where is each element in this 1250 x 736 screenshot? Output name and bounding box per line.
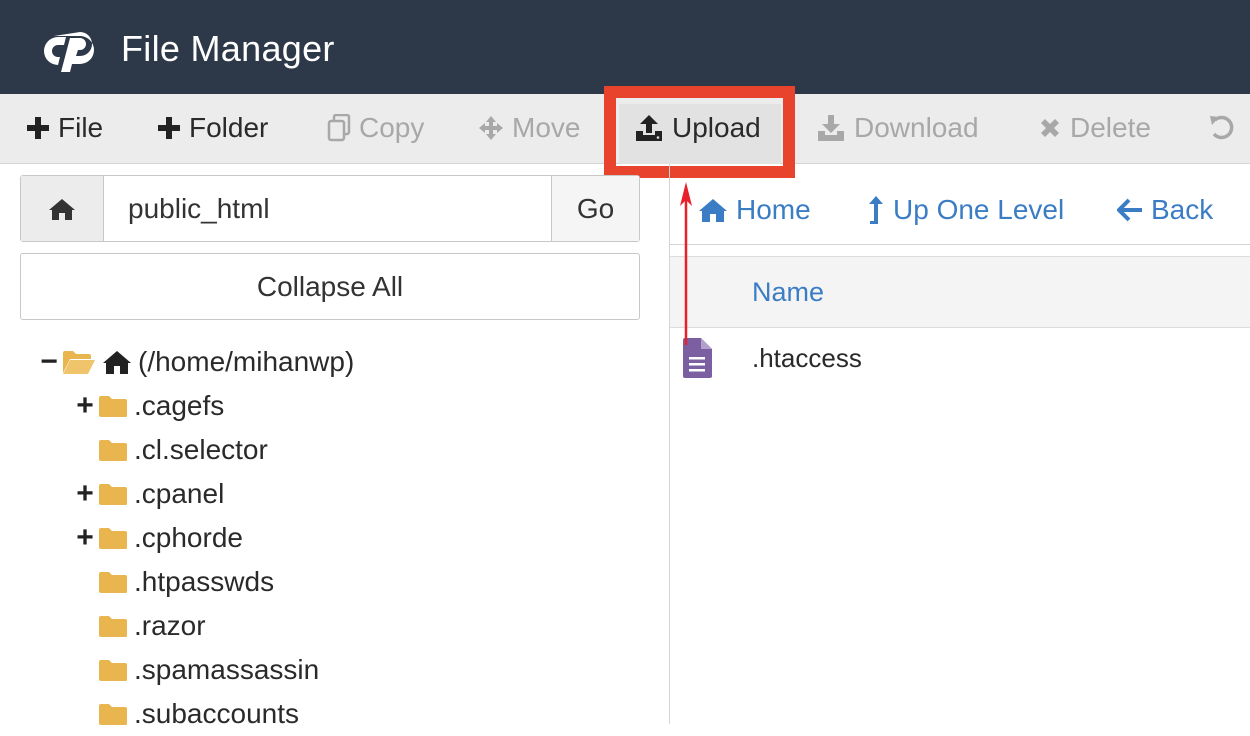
- home-icon: [103, 351, 131, 374]
- upload-label: Upload: [672, 112, 761, 143]
- folder-open-icon: [63, 351, 95, 374]
- collapse-toggle-icon[interactable]: −: [38, 345, 60, 379]
- folder-icon: [99, 396, 127, 417]
- home-icon: [699, 199, 727, 222]
- move-label: Move: [512, 112, 581, 143]
- tree-item[interactable]: .razor: [74, 604, 206, 648]
- upload-button[interactable]: Upload: [634, 94, 761, 162]
- tree-root[interactable]: − (/home/mihanwp): [38, 340, 354, 384]
- up-one-level-link[interactable]: Up One Level: [867, 175, 1064, 245]
- folder-icon: [99, 704, 127, 725]
- delete-label: Delete: [1070, 112, 1151, 143]
- move-button[interactable]: Move: [478, 94, 580, 162]
- back-link[interactable]: Back: [1117, 175, 1213, 245]
- panel-divider: [669, 164, 670, 724]
- tree-root-label: (/home/mihanwp): [138, 346, 355, 377]
- undo-icon: [1210, 115, 1234, 140]
- home-link[interactable]: Home: [698, 175, 811, 245]
- copy-button[interactable]: Copy: [327, 94, 424, 162]
- tree-item[interactable]: .spamassassin: [74, 648, 319, 692]
- back-link-label: Back: [1151, 194, 1214, 225]
- app-title: File Manager: [121, 28, 335, 69]
- level-up-icon: [869, 196, 883, 224]
- tree-item[interactable]: + .cagefs: [74, 384, 224, 428]
- tree-item-label: .cagefs: [134, 390, 225, 421]
- tree-item[interactable]: + .cphorde: [74, 516, 243, 560]
- home-link-label: Home: [736, 194, 811, 225]
- new-file-label: File: [58, 112, 104, 143]
- move-arrows-icon: [479, 116, 503, 140]
- folder-icon: [99, 484, 127, 505]
- home-icon: [49, 198, 75, 220]
- tree-item-label: .razor: [134, 610, 206, 641]
- tree-item[interactable]: + .cpanel: [74, 472, 224, 516]
- expand-toggle-icon[interactable]: +: [74, 389, 96, 423]
- copy-label: Copy: [359, 112, 425, 143]
- new-folder-button[interactable]: Folder: [157, 94, 268, 162]
- folder-icon: [99, 616, 127, 637]
- upload-icon: [636, 115, 662, 141]
- file-table-header: Name: [670, 256, 1250, 328]
- up-one-level-label: Up One Level: [893, 194, 1065, 225]
- file-row[interactable]: .htaccess: [670, 330, 1250, 386]
- tree-item-label: .cl.selector: [134, 434, 268, 465]
- plus-icon: [158, 117, 180, 139]
- x-icon: [1041, 119, 1059, 137]
- download-icon: [818, 115, 844, 141]
- tree-item[interactable]: .cl.selector: [74, 428, 268, 472]
- new-folder-label: Folder: [189, 112, 269, 143]
- restore-button[interactable]: [1208, 94, 1246, 162]
- collapse-all-button[interactable]: Collapse All: [20, 253, 640, 320]
- plus-icon: [27, 117, 49, 139]
- expand-toggle-icon[interactable]: +: [74, 521, 96, 555]
- tree-item-label: .subaccounts: [134, 698, 299, 729]
- path-input[interactable]: [104, 176, 551, 241]
- folder-icon: [99, 528, 127, 549]
- path-input-group: Go: [20, 175, 640, 242]
- expand-toggle-icon[interactable]: +: [74, 477, 96, 511]
- cpanel-logo-icon: [44, 32, 94, 72]
- navigation-bar: Home Up One Level Back: [670, 175, 1250, 245]
- tree-item-label: .htpasswds: [134, 566, 275, 597]
- folder-icon: [99, 660, 127, 681]
- name-column-header[interactable]: Name: [752, 277, 824, 308]
- arrow-left-icon: [1117, 198, 1142, 222]
- app-header: File Manager: [0, 0, 1250, 94]
- tree-item-label: .cphorde: [134, 522, 243, 553]
- tree-item[interactable]: .htpasswds: [74, 560, 274, 604]
- download-button[interactable]: Download: [816, 94, 979, 162]
- copy-icon: [327, 114, 351, 142]
- tree-item[interactable]: .subaccounts: [74, 692, 299, 736]
- path-home-button[interactable]: [21, 176, 104, 241]
- delete-button[interactable]: Delete: [1038, 94, 1151, 162]
- new-file-button[interactable]: File: [26, 94, 103, 162]
- folder-icon: [99, 572, 127, 593]
- annotation-arrow: [680, 182, 692, 345]
- download-label: Download: [854, 112, 979, 143]
- file-name: .htaccess: [752, 343, 862, 373]
- tree-item-label: .spamassassin: [134, 654, 320, 685]
- go-button[interactable]: Go: [551, 176, 639, 241]
- folder-icon: [99, 440, 127, 461]
- tree-item-label: .cpanel: [134, 478, 225, 509]
